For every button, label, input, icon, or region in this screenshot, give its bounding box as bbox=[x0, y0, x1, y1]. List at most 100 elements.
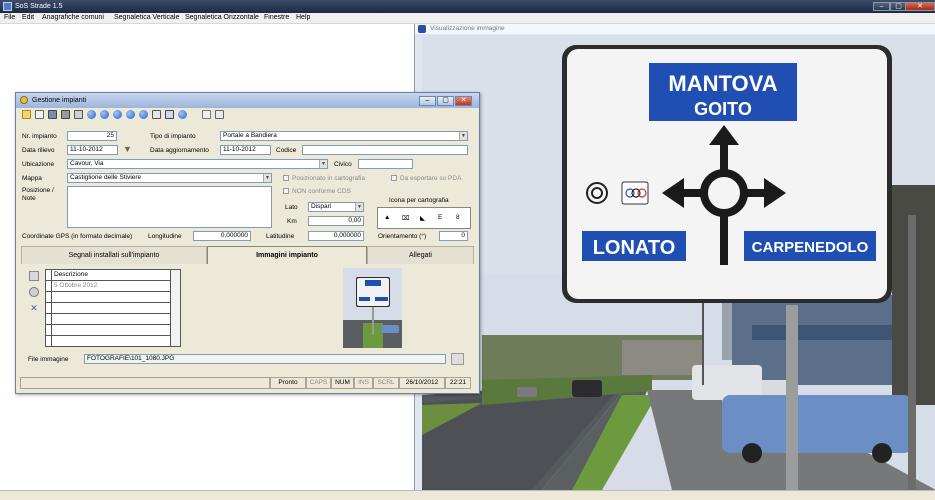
civico-label: Civico bbox=[334, 161, 352, 168]
gps-label: Coordinate GPS (in formato decimale) bbox=[22, 233, 133, 240]
menu-bar: File Edit Anagrafiche comuni Segnaletica… bbox=[0, 13, 935, 24]
table-row[interactable] bbox=[46, 314, 180, 325]
km-field[interactable]: 0,00 bbox=[308, 216, 364, 226]
civico-field[interactable] bbox=[358, 159, 413, 169]
add-image-icon[interactable] bbox=[29, 271, 39, 281]
delete-image-icon[interactable]: ✕ bbox=[29, 304, 39, 314]
mappa-label: Mappa bbox=[22, 175, 42, 182]
sign-text-lonato: LONATO bbox=[593, 237, 676, 259]
close-button[interactable]: ✕ bbox=[905, 2, 935, 11]
images-grid: Descrizione 5 Ottobre 2012 bbox=[45, 269, 181, 347]
gestione-minimize-button[interactable]: – bbox=[419, 96, 436, 106]
lato-value: Dispari bbox=[311, 203, 332, 210]
posizionato-cartografia-checkbox[interactable] bbox=[283, 175, 289, 181]
menu-anagrafiche[interactable]: Anagrafiche comuni bbox=[42, 14, 104, 21]
menu-help[interactable]: Help bbox=[296, 14, 310, 21]
grid-icon[interactable] bbox=[165, 110, 174, 119]
data-rilievo-field[interactable]: 11-10-2012 bbox=[67, 145, 118, 155]
icon-corner-option[interactable]: ◣ bbox=[420, 214, 425, 222]
status-pronto: Pronto bbox=[270, 377, 306, 389]
orientamento-field[interactable]: 0 bbox=[439, 231, 468, 241]
lato-select[interactable]: Dispari ▼ bbox=[308, 202, 364, 212]
next-record-icon[interactable] bbox=[113, 110, 122, 119]
app-titlebar: SoS Strade 1.5 – ▢ ✕ bbox=[0, 0, 935, 13]
km-label: Km bbox=[287, 218, 297, 225]
menu-segnaletica-orizzontale[interactable]: Segnaletica Orizzontale bbox=[185, 14, 259, 21]
nr-impianto-field[interactable]: 25 bbox=[67, 131, 117, 141]
ubicazione-select[interactable]: Cavour, Via ▼ bbox=[67, 159, 328, 169]
minimize-button[interactable]: – bbox=[873, 2, 890, 11]
tab-allegati[interactable]: Allegati bbox=[367, 246, 474, 264]
refresh-icon[interactable] bbox=[29, 287, 39, 297]
tab-segnali-installati[interactable]: Segnali installati sull'impianto bbox=[21, 246, 207, 264]
gestione-close-button[interactable]: ✕ bbox=[455, 96, 472, 106]
latitudine-field[interactable]: 0,000000 bbox=[308, 231, 364, 241]
table-row[interactable] bbox=[46, 336, 180, 347]
browse-folder-icon[interactable] bbox=[451, 353, 464, 365]
status-date: 26/10/2012 bbox=[399, 377, 445, 389]
chevron-down-icon[interactable]: ▼ bbox=[319, 160, 327, 168]
menu-finestre[interactable]: Finestre bbox=[264, 14, 289, 21]
chevron-down-icon[interactable]: ▼ bbox=[459, 132, 467, 140]
image-viewer-window: Visualizzazione immagine MANTOVA GOITO L… bbox=[414, 24, 935, 490]
help-icon[interactable] bbox=[178, 110, 187, 119]
tab-immagini-impianto[interactable]: Immagini impianto bbox=[207, 246, 367, 264]
gestione-maximize-button[interactable]: ▢ bbox=[437, 96, 454, 106]
data-aggiornamento-label: Data aggiornamento bbox=[150, 147, 209, 154]
gestione-tabs: Segnali installati sull'impianto Immagin… bbox=[21, 246, 474, 264]
prev-record-icon[interactable] bbox=[100, 110, 109, 119]
lightbulb-icon bbox=[20, 96, 28, 104]
posizione-note-textarea[interactable] bbox=[67, 186, 272, 228]
icon-8-option[interactable]: 8 bbox=[456, 214, 460, 221]
gestione-impianti-window: Gestione impianti – ▢ ✕ Nr. impianto 25 … bbox=[15, 92, 480, 394]
print-icon[interactable] bbox=[74, 110, 83, 119]
filter-icon[interactable]: ▼ bbox=[123, 144, 132, 154]
grid-scrollbar[interactable] bbox=[170, 270, 180, 346]
image-thumbnail[interactable] bbox=[343, 268, 402, 348]
ubicazione-label: Ubicazione bbox=[22, 161, 55, 168]
menu-file[interactable]: File bbox=[4, 14, 15, 21]
save-icon[interactable] bbox=[48, 110, 57, 119]
draw-icon[interactable] bbox=[202, 110, 211, 119]
app-title: SoS Strade 1.5 bbox=[15, 3, 63, 10]
table-row[interactable] bbox=[46, 303, 180, 314]
table-row[interactable]: 5 Ottobre 2012 bbox=[46, 281, 180, 292]
list-icon[interactable] bbox=[152, 110, 161, 119]
edit-icon[interactable] bbox=[35, 110, 44, 119]
table-row[interactable] bbox=[46, 292, 180, 303]
file-immagine-field[interactable]: FOTOGRAFIE\101_1080.JPG bbox=[84, 354, 446, 364]
first-record-icon[interactable] bbox=[87, 110, 96, 119]
icon-cross-option[interactable]: ⌧ bbox=[402, 214, 410, 222]
mappa-value: Castiglione delle Stiviere bbox=[70, 174, 142, 181]
sign-text-mantova: MANTOVA bbox=[668, 71, 777, 96]
export-icon[interactable] bbox=[215, 110, 224, 119]
longitudine-label: Longitudine bbox=[148, 233, 182, 240]
app-statusbar bbox=[0, 490, 935, 500]
last-record-icon[interactable] bbox=[126, 110, 135, 119]
sign-text-carpenedolo: CARPENEDOLO bbox=[752, 239, 869, 256]
delete-icon[interactable] bbox=[61, 110, 70, 119]
table-row[interactable] bbox=[46, 325, 180, 336]
longitudine-field[interactable]: 0,000000 bbox=[193, 231, 251, 241]
data-aggiornamento-field[interactable]: 11-10-2012 bbox=[220, 145, 271, 155]
menu-segnaletica-verticale[interactable]: Segnaletica Verticale bbox=[114, 14, 179, 21]
new-icon[interactable] bbox=[22, 110, 31, 119]
menu-edit[interactable]: Edit bbox=[22, 14, 34, 21]
tipo-impianto-select[interactable]: Portale a Bandiera ▼ bbox=[220, 131, 468, 141]
non-conforme-label: NON conforme CDS bbox=[292, 188, 351, 195]
status-ins: INS bbox=[354, 377, 373, 389]
da-esportare-checkbox[interactable] bbox=[391, 175, 397, 181]
search-icon[interactable] bbox=[139, 110, 148, 119]
status-caps: CAPS bbox=[306, 377, 331, 389]
grid-header-descrizione: Descrizione bbox=[54, 271, 88, 278]
icon-triangle-option[interactable]: ▲ bbox=[384, 214, 390, 221]
mappa-select[interactable]: Castiglione delle Stiviere ▼ bbox=[67, 173, 272, 183]
codice-field[interactable] bbox=[302, 145, 468, 155]
orientamento-label: Orientamento (°) bbox=[378, 233, 427, 240]
tipo-impianto-label: Tipo di impianto bbox=[150, 133, 196, 140]
chevron-down-icon[interactable]: ▼ bbox=[355, 203, 363, 211]
icon-e-option[interactable]: E bbox=[438, 214, 442, 221]
non-conforme-checkbox[interactable] bbox=[283, 188, 289, 194]
viewer-icon bbox=[418, 25, 426, 33]
chevron-down-icon[interactable]: ▼ bbox=[263, 174, 271, 182]
